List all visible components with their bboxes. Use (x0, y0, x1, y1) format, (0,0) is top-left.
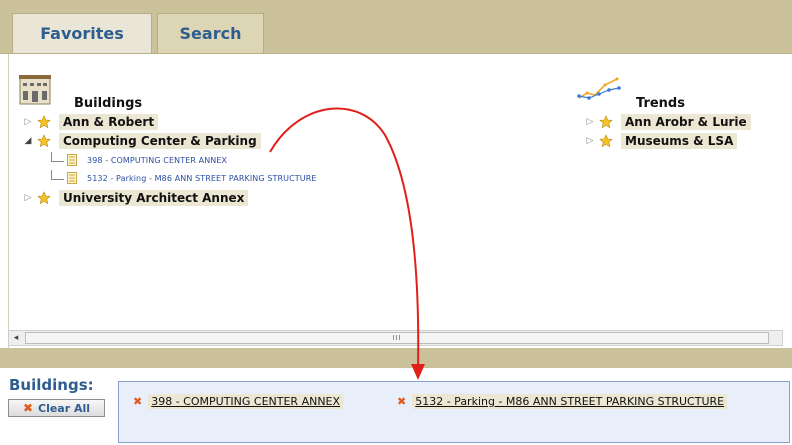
tree-leaf[interactable]: 398 - COMPUTING CENTER ANNEX (51, 152, 227, 168)
divider-band (0, 348, 792, 368)
chip-label[interactable]: 398 - COMPUTING CENTER ANNEX (148, 394, 344, 409)
trends-title: Trends (636, 96, 685, 111)
collapse-triangle-icon[interactable]: ◢ (23, 136, 33, 146)
leaf-label[interactable]: 5132 - Parking - M86 ANN STREET PARKING … (87, 174, 317, 183)
folder-label[interactable]: Museums & LSA (621, 133, 738, 149)
expand-triangle-icon[interactable]: ▷ (23, 117, 33, 127)
expand-triangle-icon[interactable]: ▷ (23, 193, 33, 203)
scrollbar-grip: III (392, 334, 402, 342)
tab-favorites[interactable]: Favorites (12, 13, 152, 53)
document-icon (67, 154, 77, 166)
folder-label[interactable]: University Architect Annex (59, 190, 249, 206)
star-icon (37, 115, 51, 129)
remove-x-icon[interactable]: ✖ (397, 395, 406, 408)
selection-title: Buildings: (9, 376, 94, 394)
tree-connector (51, 170, 64, 180)
tree-connector (51, 152, 64, 162)
selection-drop-zone[interactable]: ✖ 398 - COMPUTING CENTER ANNEX ✖ 5132 - … (118, 381, 790, 443)
folder-row[interactable]: ▷ Ann Arobr & Lurie (585, 113, 751, 131)
expand-triangle-icon[interactable]: ▷ (585, 136, 595, 146)
star-icon (37, 191, 51, 205)
folder-label[interactable]: Ann & Robert (59, 114, 159, 130)
tab-search[interactable]: Search (157, 13, 264, 53)
tree-leaf[interactable]: 5132 - Parking - M86 ANN STREET PARKING … (51, 170, 317, 186)
tab-bar: Favorites Search (0, 0, 792, 54)
star-icon (37, 134, 51, 148)
buildings-title: Buildings (74, 96, 143, 111)
folder-label[interactable]: Computing Center & Parking (59, 133, 261, 149)
star-icon (599, 134, 613, 148)
scrollbar-thumb[interactable]: III (25, 332, 769, 344)
close-x-icon: ✖ (22, 401, 33, 415)
star-icon (599, 115, 613, 129)
folder-label[interactable]: Ann Arobr & Lurie (621, 114, 751, 130)
trend-chart-icon (577, 77, 621, 100)
selected-chip[interactable]: ✖ 398 - COMPUTING CENTER ANNEX (133, 394, 344, 409)
scroll-left-arrow-icon[interactable]: ◂ (9, 331, 23, 345)
horizontal-scrollbar[interactable]: ◂ III (8, 330, 783, 346)
document-icon (67, 172, 77, 184)
building-icon (19, 75, 51, 105)
folder-row[interactable]: ▷ Museums & LSA (585, 132, 738, 150)
clear-all-button[interactable]: ✖ Clear All (8, 399, 105, 417)
selected-chip[interactable]: ✖ 5132 - Parking - M86 ANN STREET PARKIN… (397, 394, 728, 409)
favorites-panel: Buildings ▷ Ann & Robert ◢ Computing Cen… (8, 54, 792, 360)
remove-x-icon[interactable]: ✖ (133, 395, 142, 408)
expand-triangle-icon[interactable]: ▷ (585, 117, 595, 127)
folder-row[interactable]: ▷ University Architect Annex (23, 189, 249, 207)
folder-row[interactable]: ◢ Computing Center & Parking (23, 132, 261, 150)
clear-all-label: Clear All (38, 401, 91, 415)
leaf-label[interactable]: 398 - COMPUTING CENTER ANNEX (87, 156, 227, 165)
folder-row[interactable]: ▷ Ann & Robert (23, 113, 159, 131)
chip-label[interactable]: 5132 - Parking - M86 ANN STREET PARKING … (412, 394, 728, 409)
